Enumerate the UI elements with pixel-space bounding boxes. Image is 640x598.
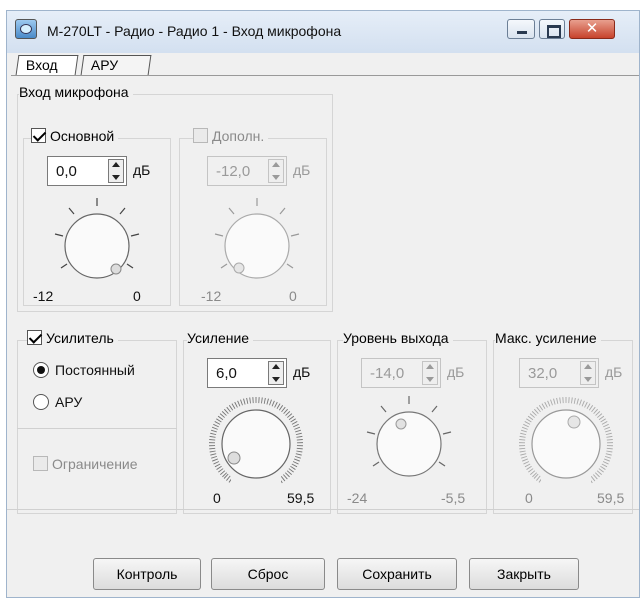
main-input-unit: дБ <box>133 162 151 178</box>
gain-value[interactable]: 6,0 <box>216 365 237 382</box>
mode-agc-label: АРУ <box>55 394 83 410</box>
limit-checkbox-row[interactable]: Ограничение <box>33 456 138 472</box>
gain-knob-indicator <box>227 451 241 465</box>
extra-input-spinbox[interactable]: -12,0 <box>207 156 287 186</box>
mode-constant-label: Постоянный <box>55 362 135 378</box>
output-level-value[interactable]: -14,0 <box>370 365 404 382</box>
extra-input-checkbox[interactable] <box>193 128 208 143</box>
tab-agc[interactable]: АРУ <box>80 55 152 75</box>
footer-divider <box>7 509 639 510</box>
output-level-spinbox[interactable]: -14,0 <box>361 358 441 388</box>
extra-input-checkbox-row[interactable]: Дополн. <box>193 128 269 144</box>
output-level-max-label: -5,5 <box>441 490 466 506</box>
main-input-value[interactable]: 0,0 <box>56 163 77 180</box>
main-input-label: Основной <box>50 128 115 144</box>
max-gain-spin-arrows-icon[interactable] <box>580 361 596 385</box>
mic-input-group-label: Вход микрофона <box>19 84 133 100</box>
gain-label: Усиление <box>187 330 254 346</box>
amplifier-checkbox-row[interactable]: Усилитель <box>27 330 118 346</box>
extra-input-label: Дополн. <box>212 128 265 144</box>
extra-input-spin-arrows-icon[interactable] <box>268 159 284 183</box>
main-input-max-label: 0 <box>133 288 141 304</box>
extra-input-min-label: -12 <box>201 288 222 304</box>
maximize-button[interactable] <box>539 19 565 39</box>
amplifier-label: Усилитель <box>46 330 114 346</box>
mode-agc-radio-row[interactable]: АРУ <box>33 394 82 410</box>
window-title: M-270LT - Радио - Радио 1 - Вход микрофо… <box>47 23 342 39</box>
extra-input-knob-indicator <box>233 262 245 274</box>
gain-unit: дБ <box>293 364 311 380</box>
max-gain-spinbox[interactable]: 32,0 <box>519 358 599 388</box>
reset-button[interactable]: Сброс <box>211 558 325 590</box>
dialog-window: M-270LT - Радио - Радио 1 - Вход микрофо… <box>6 10 640 598</box>
output-level-knob-indicator <box>395 418 407 430</box>
limit-checkbox[interactable] <box>33 456 48 471</box>
max-gain-knob-indicator <box>567 415 581 429</box>
main-input-checkbox-row[interactable]: Основной <box>31 128 119 144</box>
extra-input-max-label: 0 <box>289 288 297 304</box>
max-gain-label: Макс. усиление <box>495 330 601 346</box>
output-level-unit: дБ <box>447 364 465 380</box>
minimize-button[interactable] <box>507 19 535 39</box>
output-level-spin-arrows-icon[interactable] <box>422 361 438 385</box>
gain-spinbox[interactable]: 6,0 <box>207 358 287 388</box>
amplifier-divider <box>17 428 177 429</box>
amplifier-checkbox[interactable] <box>27 330 42 345</box>
extra-input-value[interactable]: -12,0 <box>216 163 250 180</box>
main-input-min-label: -12 <box>33 288 54 304</box>
output-level-label: Уровень выхода <box>343 330 453 346</box>
max-gain-unit: дБ <box>605 364 623 380</box>
limit-label: Ограничение <box>52 456 138 472</box>
output-level-knob[interactable] <box>359 392 459 492</box>
gain-knob[interactable] <box>201 392 311 492</box>
extra-input-unit: дБ <box>293 162 311 178</box>
control-button[interactable]: Контроль <box>93 558 201 590</box>
max-gain-max-label: 59,5 <box>597 490 625 506</box>
mode-constant-radio-row[interactable]: Постоянный <box>33 362 135 378</box>
title-bar[interactable]: M-270LT - Радио - Радио 1 - Вход микрофо… <box>7 11 639 53</box>
close-button[interactable]: Закрыть <box>469 558 579 590</box>
close-icon: ✕ <box>585 20 599 37</box>
mode-agc-radio[interactable] <box>33 394 49 410</box>
close-window-button[interactable]: ✕ <box>569 19 615 39</box>
tab-panel: Вход микрофона Основной 0,0 дБ -12 0 Доп… <box>11 75 639 531</box>
gain-spin-arrows-icon[interactable] <box>268 361 284 385</box>
main-input-spinbox[interactable]: 0,0 <box>47 156 127 186</box>
output-level-min-label: -24 <box>347 490 368 506</box>
gain-min-label: 0 <box>213 490 221 506</box>
main-input-checkbox[interactable] <box>31 128 46 143</box>
gain-max-label: 59,5 <box>287 490 315 506</box>
app-icon <box>15 19 37 39</box>
main-input-spin-arrows-icon[interactable] <box>108 159 124 183</box>
mode-constant-radio[interactable] <box>33 362 49 378</box>
max-gain-value[interactable]: 32,0 <box>528 365 557 382</box>
extra-input-knob[interactable] <box>207 194 307 294</box>
max-gain-min-label: 0 <box>525 490 533 506</box>
save-button[interactable]: Сохранить <box>337 558 457 590</box>
main-input-knob-indicator <box>110 263 122 275</box>
tab-input[interactable]: Вход <box>15 55 79 75</box>
main-input-knob[interactable] <box>47 194 147 294</box>
max-gain-knob[interactable] <box>511 392 621 492</box>
